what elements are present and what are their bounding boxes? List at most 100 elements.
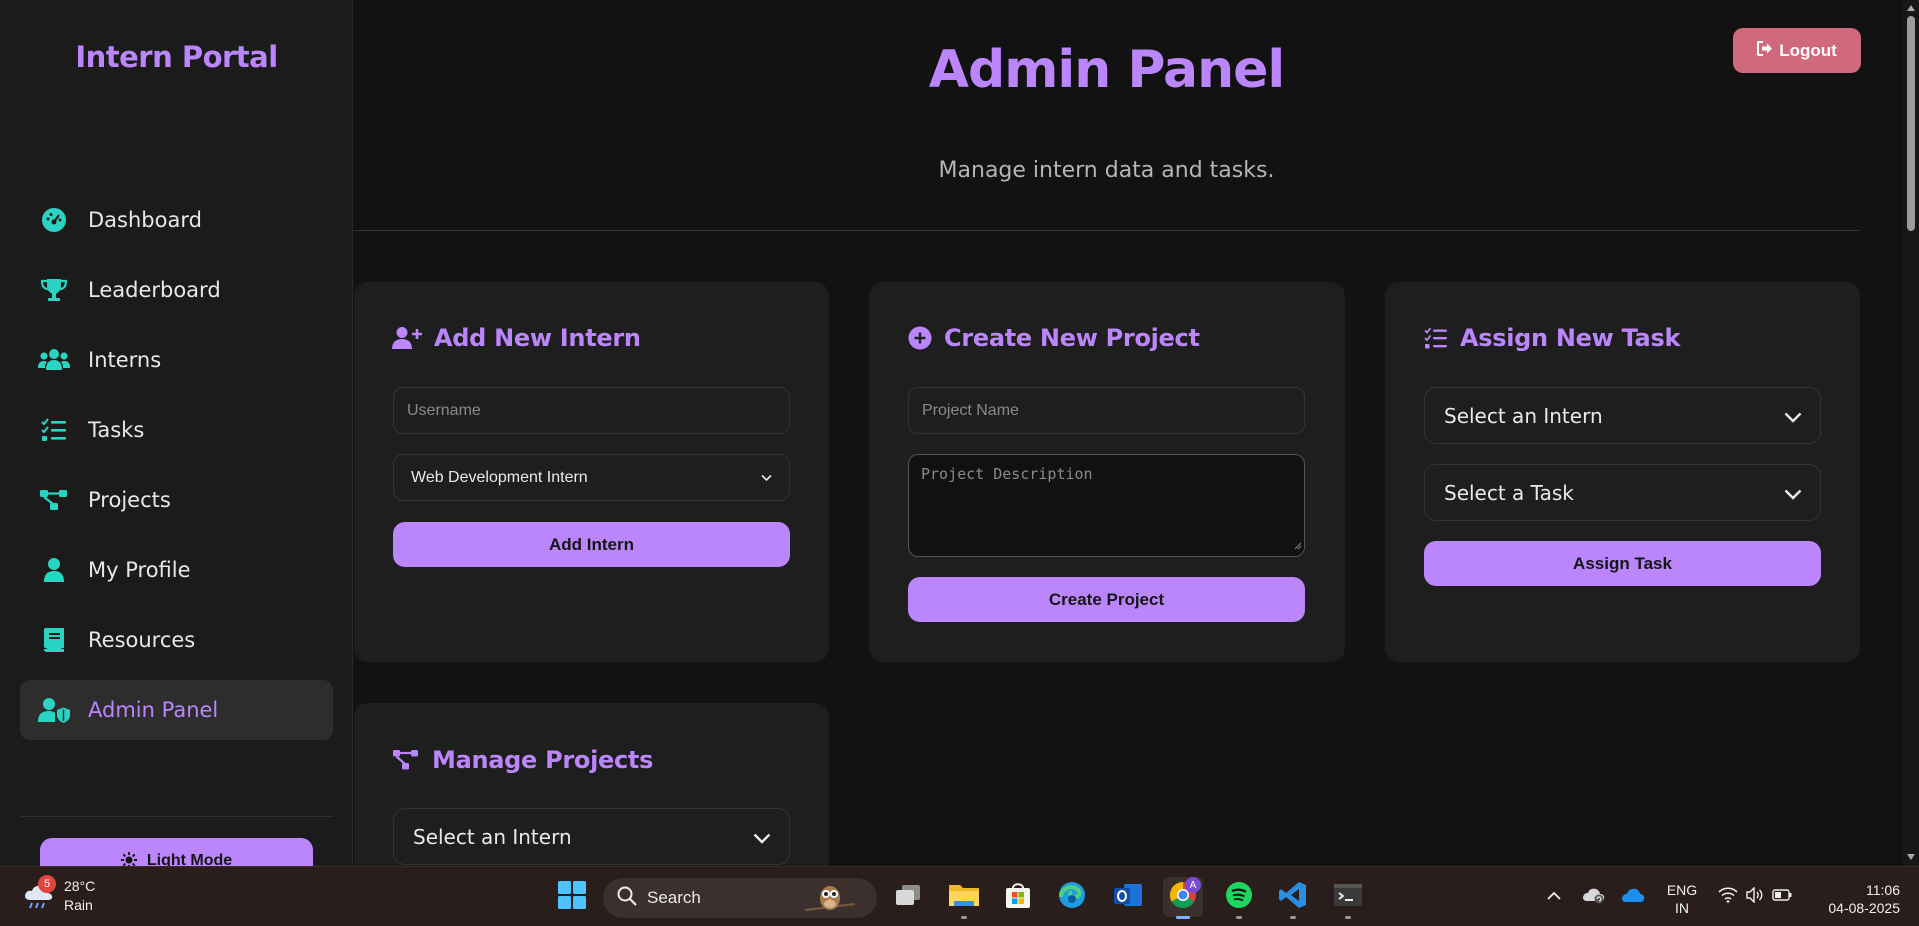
sidebar-divider (20, 816, 333, 817)
show-hidden-icons-button[interactable] (1534, 877, 1574, 917)
windows-logo-icon (557, 880, 587, 915)
running-indicator (1236, 916, 1242, 919)
task-view-icon (893, 882, 923, 913)
weather-widget[interactable]: 5 28°C Rain (22, 875, 96, 915)
terminal-button[interactable] (1328, 877, 1368, 919)
card-title: Manage Projects (392, 746, 653, 774)
sidebar-nav: Dashboard Leaderboard Interns Tasks Proj… (20, 190, 333, 750)
select-task-dropdown[interactable]: Select a Task (1424, 464, 1821, 521)
card-title-text: Add New Intern (434, 324, 641, 352)
assign-task-button[interactable]: Assign Task (1424, 541, 1821, 586)
clock-time: 11:06 (1866, 882, 1900, 898)
region-code: IN (1675, 900, 1689, 916)
add-intern-card: Add New Intern Username Web Development … (354, 282, 829, 662)
users-icon (38, 346, 70, 374)
windows-taskbar: 5 28°C Rain Search A ENG IN 11:06 04-08-… (0, 866, 1919, 926)
project-diagram-icon (38, 486, 70, 514)
running-indicator (1290, 916, 1296, 919)
edge-browser-button[interactable] (1052, 877, 1092, 917)
spotify-button[interactable] (1219, 877, 1259, 919)
running-indicator (1176, 916, 1190, 919)
tasks-icon (1424, 327, 1448, 349)
search-label: Search (647, 888, 701, 907)
sidebar-item-dashboard[interactable]: Dashboard (20, 190, 333, 250)
assign-task-label: Assign Task (1573, 553, 1672, 573)
notification-badge: 5 (38, 875, 56, 893)
taskbar-search[interactable]: Search (603, 878, 877, 918)
scroll-down-arrow-icon[interactable] (1907, 854, 1915, 860)
username-input[interactable]: Username (393, 387, 790, 434)
vscode-button[interactable] (1273, 877, 1313, 919)
user-plus-icon (392, 326, 422, 350)
scroll-thumb[interactable] (1907, 16, 1915, 231)
clock-date: 04-08-2025 (1828, 900, 1900, 916)
chrome-profile-badge: A (1185, 877, 1201, 893)
select-intern-value: Select an Intern (413, 824, 572, 849)
running-indicator (961, 916, 967, 919)
project-name-input[interactable]: Project Name (908, 387, 1305, 434)
chrome-button[interactable]: A (1163, 877, 1203, 919)
sidebar-item-my-profile[interactable]: My Profile (20, 540, 333, 600)
create-project-button[interactable]: Create Project (908, 577, 1305, 622)
onedrive-cloud-icon (1620, 886, 1646, 909)
project-description-textarea[interactable]: Project Description (908, 454, 1305, 557)
page-scrollbar[interactable] (1902, 0, 1919, 866)
cloud-sync-icon (1581, 885, 1607, 910)
logout-label: Logout (1779, 40, 1837, 60)
sidebar-item-label: My Profile (88, 558, 191, 582)
cloud-sync-tray-button[interactable] (1574, 877, 1614, 917)
microsoft-store-button[interactable] (998, 877, 1038, 917)
vscode-icon (1278, 880, 1308, 915)
chevron-down-icon (1784, 481, 1802, 505)
volume-icon (1746, 885, 1764, 908)
battery-icon (1772, 888, 1792, 906)
user-icon (38, 556, 70, 584)
card-title-text: Create New Project (944, 324, 1200, 352)
add-intern-label: Add Intern (549, 534, 634, 554)
scroll-up-arrow-icon[interactable] (1907, 5, 1915, 11)
resize-handle-icon[interactable] (1293, 536, 1302, 554)
assign-task-card: Assign New Task Select an Intern Select … (1385, 282, 1860, 662)
file-explorer-button[interactable] (944, 877, 984, 919)
sidebar-item-tasks[interactable]: Tasks (20, 400, 333, 460)
sidebar-item-label: Interns (88, 348, 162, 372)
page-title: Admin Panel (928, 40, 1286, 100)
sidebar-item-label: Dashboard (88, 208, 202, 232)
logout-button[interactable]: Logout (1733, 28, 1861, 73)
sidebar: Intern Portal Dashboard Leaderboard Inte… (0, 0, 353, 878)
card-title-text: Manage Projects (432, 746, 654, 774)
sidebar-item-leaderboard[interactable]: Leaderboard (20, 260, 333, 320)
sidebar-item-label: Tasks (88, 418, 145, 442)
weather-temp: 28°C (64, 878, 96, 894)
select-intern-dropdown[interactable]: Select an Intern (1424, 387, 1821, 444)
trophy-icon (38, 276, 70, 304)
username-placeholder: Username (407, 401, 481, 419)
manage-projects-card: Manage Projects Select an Intern (354, 703, 829, 883)
network-volume-battery-tray[interactable] (1710, 877, 1800, 917)
manage-select-intern-dropdown[interactable]: Select an Intern (393, 808, 790, 865)
add-intern-button[interactable]: Add Intern (393, 522, 790, 567)
sidebar-item-label: Leaderboard (88, 278, 221, 302)
spotify-icon (1224, 880, 1254, 915)
weather-condition: Rain (64, 897, 93, 913)
language-indicator[interactable]: ENG IN (1662, 881, 1702, 917)
sidebar-item-label: Resources (88, 628, 196, 652)
sidebar-item-label: Projects (88, 488, 171, 512)
brand-title: Intern Portal (75, 40, 278, 74)
sidebar-item-interns[interactable]: Interns (20, 330, 333, 390)
card-title: Create New Project (908, 324, 1200, 352)
outlook-icon (1112, 881, 1144, 914)
windows-start-button[interactable] (552, 877, 592, 917)
onedrive-tray-button[interactable] (1613, 877, 1653, 917)
outlook-button[interactable] (1108, 877, 1148, 917)
card-title-text: Assign New Task (1460, 324, 1681, 352)
sidebar-item-resources[interactable]: Resources (20, 610, 333, 670)
chevron-down-icon (753, 825, 771, 849)
folder-icon (948, 881, 980, 914)
task-view-button[interactable] (888, 877, 928, 917)
clock[interactable]: 11:06 04-08-2025 (1810, 881, 1900, 917)
sidebar-item-projects[interactable]: Projects (20, 470, 333, 530)
terminal-icon (1333, 882, 1363, 913)
role-select[interactable]: Web Development Intern (393, 454, 790, 501)
sidebar-item-admin-panel[interactable]: Admin Panel (20, 680, 333, 740)
